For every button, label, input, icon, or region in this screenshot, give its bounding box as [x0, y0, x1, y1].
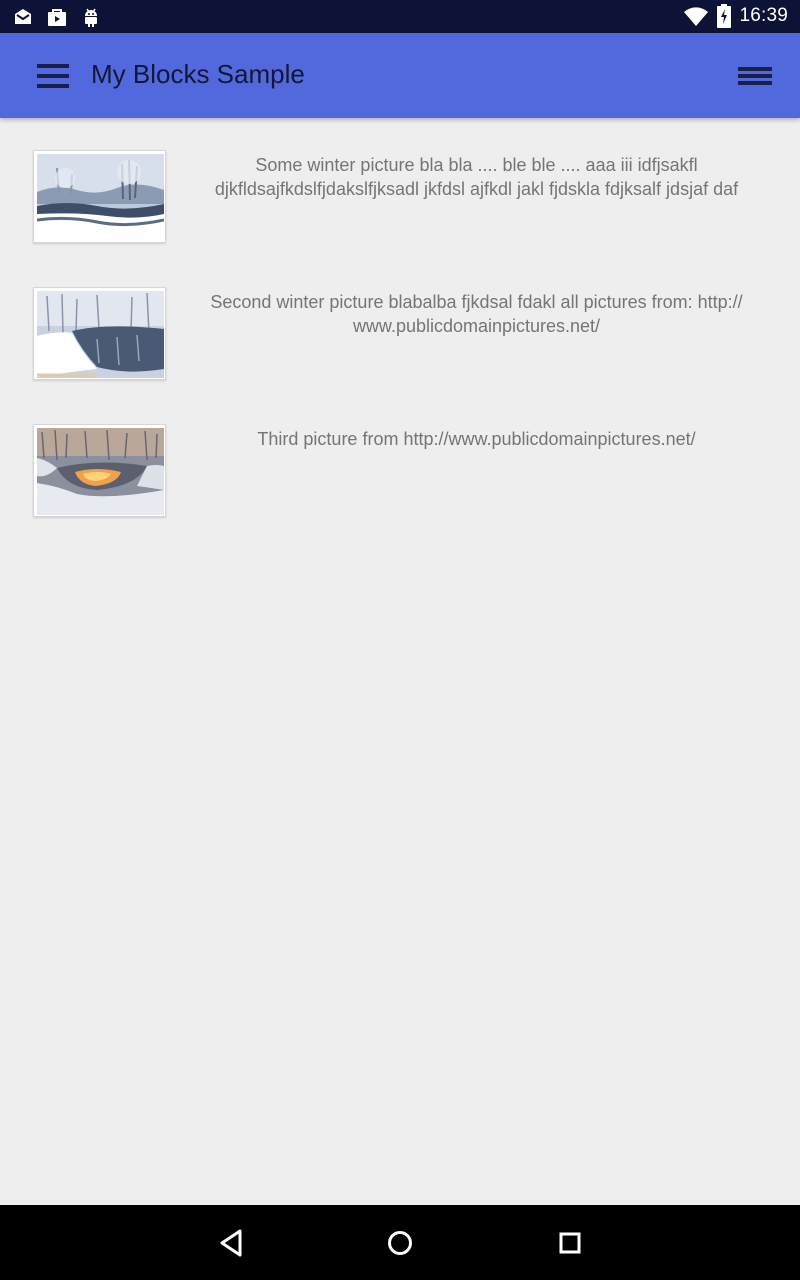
home-icon	[388, 1231, 412, 1255]
item-caption: Some winter picture bla bla .... ble ble…	[214, 155, 739, 199]
notification-icons	[12, 5, 102, 29]
wifi-icon	[684, 7, 709, 26]
thumbnail-image[interactable]	[33, 424, 166, 517]
winter-sunset-river-image	[37, 428, 164, 515]
list-menu-icon	[738, 67, 772, 85]
options-menu-button[interactable]	[732, 57, 780, 95]
list-item[interactable]: Third picture from http://www.publicdoma…	[0, 424, 800, 554]
home-button[interactable]	[380, 1225, 420, 1261]
navigation-drawer-button[interactable]	[30, 57, 78, 95]
list-item[interactable]: Some winter picture bla bla .... ble ble…	[0, 150, 800, 280]
app-title: My Blocks Sample	[91, 59, 305, 89]
back-icon	[220, 1229, 242, 1257]
recents-icon	[559, 1232, 581, 1254]
mail-icon	[15, 9, 31, 24]
system-icons: 16:39	[683, 4, 788, 28]
back-button[interactable]	[211, 1225, 251, 1261]
thumbnail-image[interactable]	[33, 150, 166, 243]
thumbnail-image[interactable]	[33, 287, 166, 380]
shopping-bag-icon	[48, 9, 66, 26]
recents-button[interactable]	[550, 1225, 590, 1261]
winter-river-image	[37, 154, 164, 241]
item-caption: Third picture from http://www.publicdoma…	[257, 429, 696, 449]
list-item[interactable]: Second winter picture blabalba fjkdsal f…	[0, 287, 800, 417]
battery-charging-icon	[717, 4, 732, 28]
hamburger-menu-icon	[37, 64, 69, 88]
android-icon	[85, 8, 97, 27]
app-bar: My Blocks Sample	[0, 33, 800, 118]
item-caption: Second winter picture blabalba fjkdsal f…	[210, 292, 743, 336]
winter-river-image	[37, 291, 164, 378]
clock: 16:39	[739, 5, 788, 26]
system-navigation-bar	[0, 1205, 800, 1280]
screen: 16:39 My Blocks Sample Some winter pictu…	[0, 0, 800, 1280]
status-bar: 16:39	[0, 0, 800, 33]
